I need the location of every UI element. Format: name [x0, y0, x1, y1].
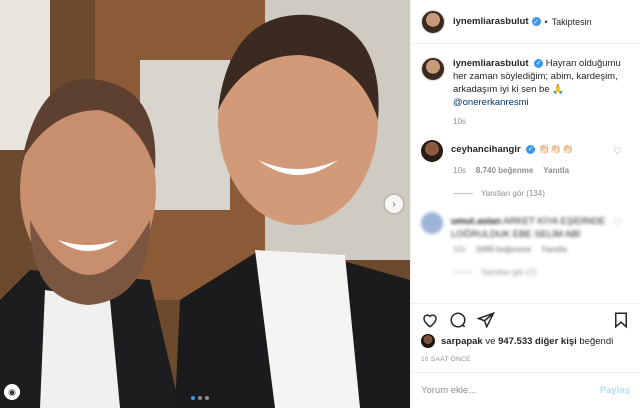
- heart-icon[interactable]: [421, 311, 439, 329]
- author-username[interactable]: iynemliarasbulut: [453, 16, 529, 27]
- comment-time: 10s: [453, 166, 466, 175]
- likes-summary[interactable]: sarpapak ve 947.533 diğer kişi beğendi: [421, 334, 613, 348]
- likes-connector: ve: [485, 335, 496, 347]
- comment-text: umut.aslan ARKET KİYA EŞİDİNDE LOĞRULDUK…: [451, 212, 630, 241]
- header-separator: •: [544, 16, 548, 27]
- replies-line: [453, 193, 473, 194]
- post-modal: › ◉ iynemliarasbulut ✓ • Takiptesin iyne…: [0, 0, 640, 408]
- comment-avatar[interactable]: [421, 140, 443, 162]
- comments-section[interactable]: iynemliarasbulut ✓ Hayran olduğumu her z…: [411, 45, 640, 303]
- add-comment-bar: Yorum ekle... Paylaş: [411, 372, 640, 408]
- caption-time: 10s: [453, 117, 466, 126]
- comment-likes[interactable]: 1699 beğenme: [476, 245, 531, 254]
- caption-avatar[interactable]: [421, 57, 445, 81]
- verified-icon: ✓: [531, 17, 541, 26]
- comment-avatar[interactable]: [421, 212, 443, 234]
- watermark-logo-icon: ◉: [4, 384, 20, 400]
- comment-item-blurred: umut.aslan ARKET KİYA EŞİDİNDE LOĞRULDUK…: [421, 212, 630, 241]
- view-replies-label: Yanıtları gör (7): [481, 268, 536, 277]
- comment-username[interactable]: umut.aslan: [451, 216, 501, 227]
- comment-item: ceyhancihangir ✓ 👏🏻👏🏻👏🏻 ♡: [421, 140, 630, 162]
- caption: iynemliarasbulut ✓ Hayran olduğumu her z…: [421, 57, 630, 109]
- comment-time: 10s: [453, 245, 466, 254]
- comment-reply-button[interactable]: Yanıtla: [541, 245, 567, 254]
- follow-status-button[interactable]: Takiptesin: [552, 17, 592, 27]
- caption-text: iynemliarasbulut ✓ Hayran olduğumu her z…: [453, 57, 630, 109]
- post-timestamp: 10 SAAT ÖNCE: [421, 356, 471, 363]
- view-replies-button[interactable]: Yanıtları gör (134): [453, 189, 630, 198]
- post-header: iynemliarasbulut ✓ • Takiptesin: [411, 0, 640, 44]
- carousel-dot: [198, 396, 202, 400]
- comment-body: 👏🏻👏🏻👏🏻: [537, 144, 574, 155]
- liker-username[interactable]: sarpapak: [441, 336, 483, 347]
- chevron-right-icon: ›: [392, 198, 396, 210]
- caption-username[interactable]: iynemliarasbulut: [453, 58, 529, 69]
- view-replies-button[interactable]: Yanıtları gör (7): [453, 268, 630, 277]
- caption-mention-link[interactable]: @onererkanresmi: [453, 97, 529, 108]
- comment-meta: 10s 1699 beğenme Yanıtla: [453, 245, 630, 254]
- carousel-dots: [191, 396, 209, 400]
- view-replies-label: Yanıtları gör (134): [481, 189, 545, 198]
- post-comment-button[interactable]: Paylaş: [600, 385, 630, 396]
- comment-heart-icon[interactable]: ♡: [613, 218, 622, 229]
- comment-likes[interactable]: 8.740 beğenme: [476, 166, 533, 175]
- author-avatar[interactable]: [421, 9, 445, 34]
- carousel-dot-active: [191, 396, 195, 400]
- verified-icon: ✓: [526, 144, 536, 154]
- action-bar: [411, 303, 640, 335]
- post-photo[interactable]: › ◉: [0, 0, 410, 408]
- replies-line: [453, 272, 473, 273]
- liker-avatar: [421, 334, 435, 348]
- comment-icon[interactable]: [449, 311, 467, 329]
- comment-meta: 10s 8.740 beğenme Yanıtla: [453, 166, 630, 175]
- verified-icon: ✓: [534, 58, 544, 68]
- bookmark-icon[interactable]: [612, 311, 630, 329]
- photo-illustration: [0, 0, 410, 408]
- next-photo-button[interactable]: ›: [385, 195, 403, 213]
- carousel-dot: [205, 396, 209, 400]
- comment-reply-button[interactable]: Yanıtla: [543, 166, 569, 175]
- likes-count[interactable]: 947.533 diğer kişi: [498, 336, 577, 347]
- comment-text: ceyhancihangir ✓ 👏🏻👏🏻👏🏻: [451, 140, 573, 162]
- share-icon[interactable]: [477, 311, 495, 329]
- post-sidebar: iynemliarasbulut ✓ • Takiptesin iynemlia…: [410, 0, 640, 408]
- comment-username[interactable]: ceyhancihangir: [451, 144, 521, 155]
- likes-suffix: beğendi: [579, 335, 614, 347]
- comment-heart-icon[interactable]: ♡: [613, 146, 622, 157]
- comment-input[interactable]: Yorum ekle...: [421, 385, 476, 396]
